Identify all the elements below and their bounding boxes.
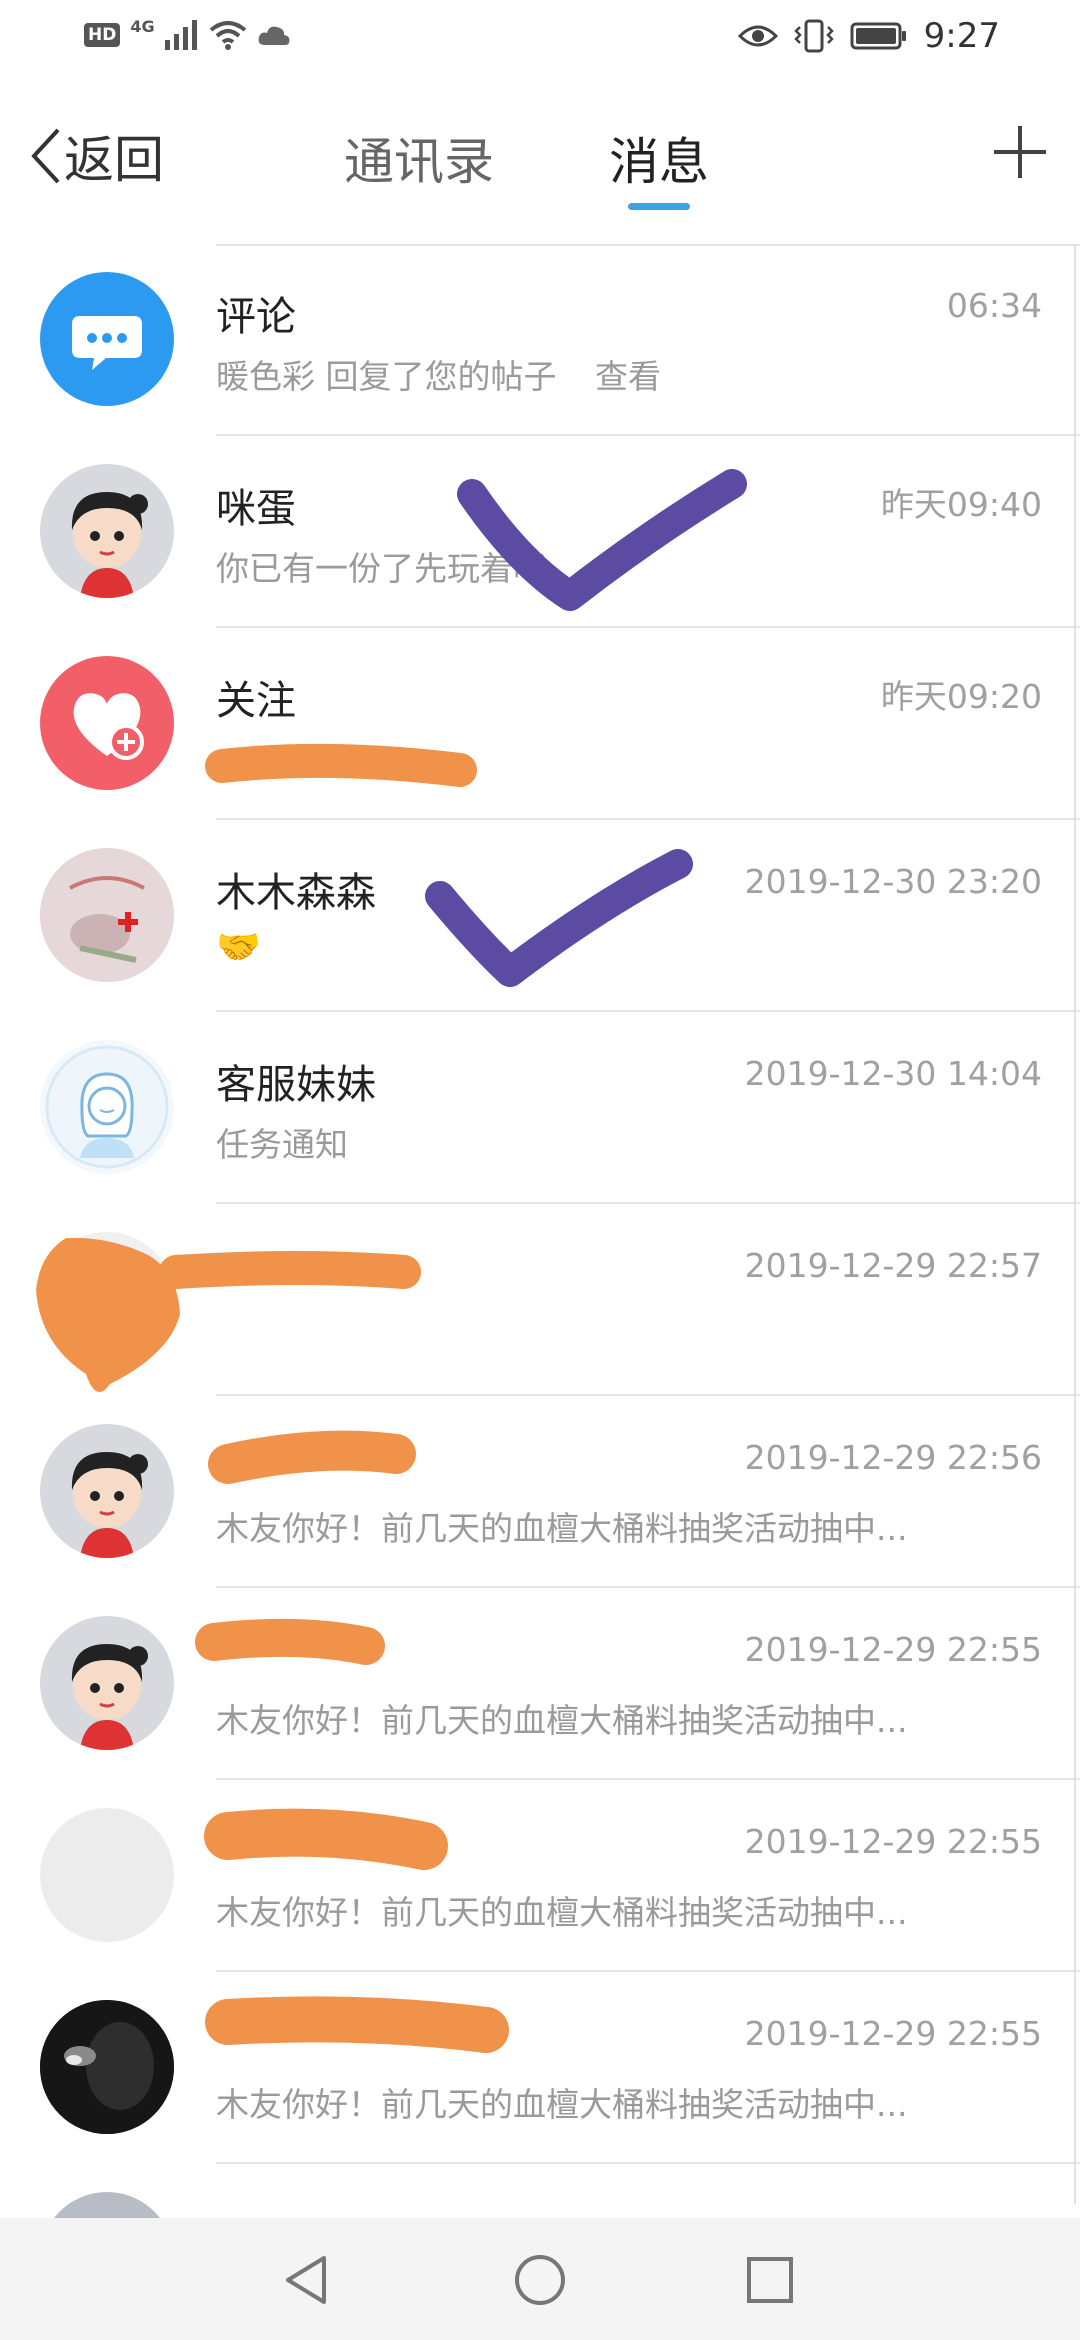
list-item[interactable]: 咪蛋 昨天09:40 你已有一份了先玩着吧 xyxy=(0,436,1080,628)
list-item[interactable]: 2019-12-29 22:55 木友你好！前几天的血檀大桶料抽奖活动抽中... xyxy=(0,1780,1080,1972)
redacted-avatar xyxy=(40,1232,174,1366)
message-preview: 🤝 xyxy=(216,927,261,968)
message-preview: 木友你好！前几天的血檀大桶料抽奖活动抽中... xyxy=(216,1509,908,1548)
back-label: 返回 xyxy=(64,131,164,189)
dark-photo-avatar xyxy=(40,2000,174,2134)
list-item[interactable]: 2019-12-29 22:56 木友你好！前几天的血檀大桶料抽奖活动抽中... xyxy=(0,1396,1080,1588)
message-time: 2019-12-29 22:57 xyxy=(744,1246,1042,1285)
status-time: 9:27 xyxy=(923,16,1000,56)
view-link[interactable]: 查看 xyxy=(595,357,661,396)
back-button[interactable]: 返回 xyxy=(28,120,164,192)
list-item[interactable]: 关注 昨天09:20 xyxy=(0,628,1080,820)
message-preview: 暖色彩 回复了您的帖子 查看 xyxy=(216,350,661,398)
list-item[interactable] xyxy=(0,2164,1080,2218)
system-nav-bar xyxy=(0,2218,1080,2340)
list-item[interactable]: 2019-12-29 22:55 木友你好！前几天的血檀大桶料抽奖活动抽中... xyxy=(0,1972,1080,2164)
chat-bubble-icon xyxy=(40,272,174,406)
message-time: 2019-12-29 22:55 xyxy=(744,1630,1042,1669)
message-title: 关注 xyxy=(216,678,296,724)
message-time: 昨天09:40 xyxy=(880,485,1042,524)
list-item[interactable]: 客服妹妹 2019-12-30 14:04 任务通知 xyxy=(0,1012,1080,1204)
cartoon-girl-avatar xyxy=(40,1424,174,1558)
hd-icon: HD xyxy=(84,23,121,47)
network-type: 4G xyxy=(130,16,155,36)
list-item[interactable]: 评论 06:34 暖色彩 回复了您的帖子 查看 xyxy=(0,244,1080,436)
status-left: HD 4G xyxy=(84,16,291,50)
vibrate-icon xyxy=(793,19,834,53)
message-list[interactable]: 评论 06:34 暖色彩 回复了您的帖子 查看 咪蛋 昨天09:40 你已有一份… xyxy=(0,244,1080,2218)
message-time: 2019-12-29 22:55 xyxy=(744,1822,1042,1861)
photo-avatar xyxy=(40,848,174,982)
home-circle-icon[interactable] xyxy=(510,2250,570,2310)
customer-service-avatar xyxy=(40,1040,174,1174)
header: 返回 通讯录 消息 xyxy=(0,80,1080,230)
message-time: 06:34 xyxy=(946,286,1042,325)
status-right: 9:27 xyxy=(737,16,1000,56)
cloud-icon xyxy=(258,26,290,45)
partial-avatar xyxy=(40,2192,174,2218)
message-time: 2019-12-30 14:04 xyxy=(744,1054,1042,1093)
blank-avatar xyxy=(40,1808,174,1942)
back-triangle-icon[interactable] xyxy=(278,2250,338,2310)
heart-plus-icon xyxy=(40,656,174,790)
message-preview: 任务通知 xyxy=(216,1125,348,1164)
message-title: 咪蛋 xyxy=(216,486,296,532)
scrollbar[interactable] xyxy=(1074,244,1076,2204)
message-preview: 木友你好！前几天的血檀大桶料抽奖活动抽中... xyxy=(216,2085,908,2124)
message-title: 评论 xyxy=(216,294,296,340)
tab-contacts[interactable]: 通讯录 xyxy=(344,122,494,194)
preview-text: 暖色彩 回复了您的帖子 xyxy=(216,357,557,396)
wifi-icon xyxy=(209,21,246,50)
message-title: 木木森森 xyxy=(216,870,376,916)
recents-square-icon[interactable] xyxy=(740,2250,800,2310)
eye-icon xyxy=(737,25,778,47)
tab-messages[interactable]: 消息 xyxy=(609,122,709,194)
status-bar: HD 4G 9:27 xyxy=(0,0,1080,80)
cartoon-girl-avatar xyxy=(40,1616,174,1750)
add-icon[interactable] xyxy=(990,122,1050,182)
cartoon-girl-avatar xyxy=(40,464,174,598)
message-preview: 木友你好！前几天的血檀大桶料抽奖活动抽中... xyxy=(216,1701,908,1740)
active-tab-indicator xyxy=(628,203,690,210)
message-preview: 你已有一份了先玩着吧 xyxy=(216,549,546,588)
message-title: 客服妹妹 xyxy=(216,1062,376,1108)
message-time: 2019-12-29 22:55 xyxy=(744,2014,1042,2053)
list-item[interactable]: 2019-12-29 22:57 xyxy=(0,1204,1080,1396)
message-time: 昨天09:20 xyxy=(880,677,1042,716)
chevron-left-icon xyxy=(31,128,60,184)
message-time: 2019-12-30 23:20 xyxy=(744,862,1042,901)
list-item[interactable]: 木木森森 2019-12-30 23:20 🤝 xyxy=(0,820,1080,1012)
list-item[interactable]: 2019-12-29 22:55 木友你好！前几天的血檀大桶料抽奖活动抽中... xyxy=(0,1588,1080,1780)
signal-icon xyxy=(164,20,197,50)
battery-icon xyxy=(850,22,906,50)
message-preview: 木友你好！前几天的血檀大桶料抽奖活动抽中... xyxy=(216,1893,908,1932)
message-time: 2019-12-29 22:56 xyxy=(744,1438,1042,1477)
